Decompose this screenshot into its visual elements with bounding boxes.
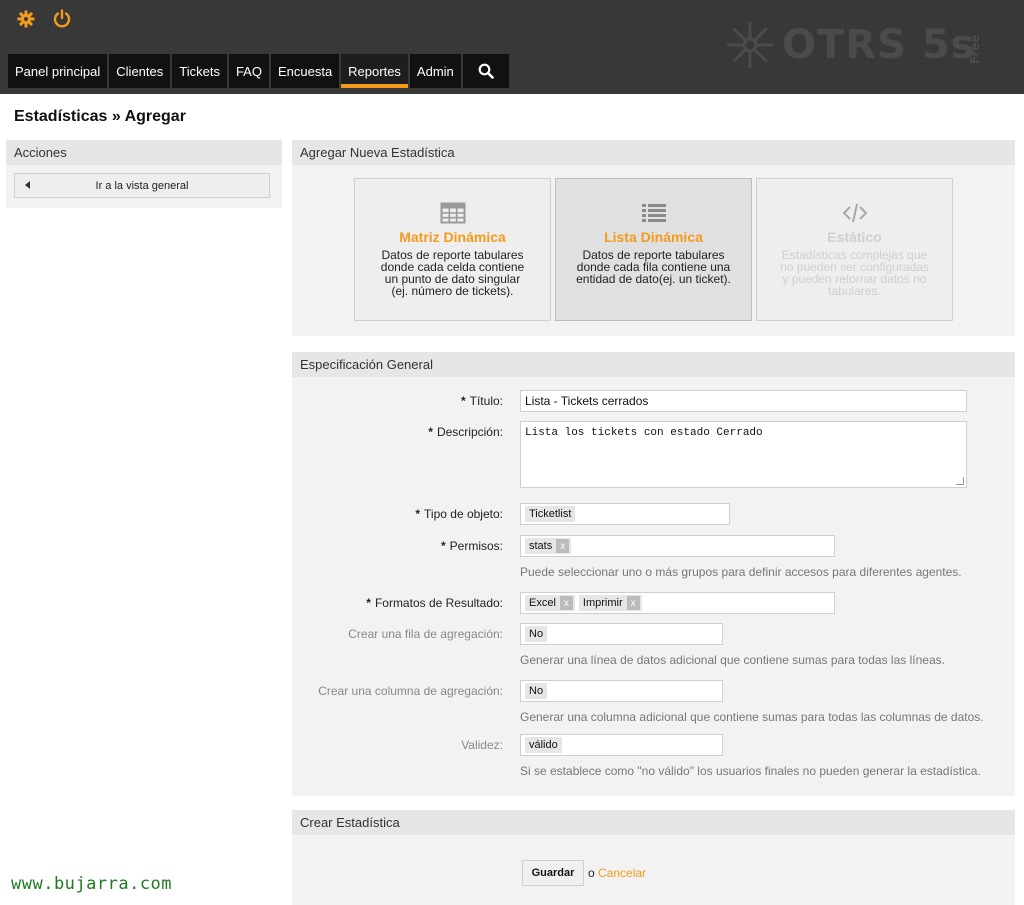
remove-tag-button[interactable]: x (626, 596, 640, 610)
validity-help: Si se establece como "no válido" los usu… (520, 764, 981, 778)
type-card-description: Estadísticas complejas que no pueden ser… (780, 248, 929, 298)
sum-column-value: No (525, 683, 548, 699)
gear-icon[interactable] (16, 9, 36, 29)
result-formats-label: * Formatos de Resultado: (366, 596, 503, 610)
format-tag-excel: Excel x (525, 595, 575, 611)
permissions-label: * Permisos: (440, 539, 503, 553)
list-icon (641, 204, 666, 222)
type-card-dynamic-list[interactable]: Lista Dinámica Datos de reporte tabulare… (555, 178, 752, 321)
caret-left-icon (25, 181, 30, 189)
required-mark: * (415, 507, 421, 521)
nav-tickets[interactable]: Tickets (172, 54, 227, 88)
cancel-link[interactable]: Cancelar (598, 866, 646, 880)
or-text: o (588, 866, 595, 880)
logo-free-badge: Free (968, 34, 982, 64)
type-card-title: Estático (827, 229, 882, 245)
sum-column-label: Crear una columna de agregación: (318, 684, 503, 698)
type-card-description: Datos de reporte tabulares donde cada fi… (576, 248, 731, 286)
required-mark: * (460, 394, 466, 408)
general-specification-title: Especificación General (292, 352, 1015, 377)
permission-tag: stats x (525, 538, 572, 554)
validity-value: válido (525, 737, 562, 753)
nav-faq[interactable]: FAQ (228, 54, 269, 88)
general-specification-widget: Especificación General * Título: Lista - … (292, 352, 1015, 796)
permissions-field[interactable]: stats x (520, 535, 835, 557)
power-icon[interactable] (52, 9, 72, 29)
type-card-dynamic-matrix[interactable]: Matriz Dinámica Datos de reporte tabular… (354, 178, 551, 321)
format-tag-print: Imprimir x (578, 595, 642, 611)
description-label: * Descripción: (428, 425, 503, 439)
description-text: Lista los tickets con estado Cerrado (525, 427, 763, 439)
result-formats-field[interactable]: Excel x Imprimir x (520, 592, 835, 614)
resize-handle-icon[interactable] (956, 477, 964, 485)
search-icon (478, 63, 494, 79)
create-statistic-widget: Crear Estadística Guardar o Cancelar (292, 810, 1015, 905)
required-mark: * (440, 539, 446, 553)
remove-tag-button[interactable]: x (559, 596, 573, 610)
permissions-help: Puede seleccionar uno o más grupos para … (520, 565, 962, 579)
type-card-static: Estático Estadísticas complejas que no p… (756, 178, 953, 321)
otrs-star-icon (726, 21, 774, 69)
description-textarea[interactable]: Lista los tickets con estado Cerrado (520, 421, 967, 488)
type-card-title: Matriz Dinámica (399, 229, 506, 245)
otrs-logo: OTRS 5s Free (724, 14, 982, 76)
table-icon (440, 202, 465, 224)
title-label: * Título: (460, 394, 503, 408)
sum-row-value: No (525, 626, 548, 642)
nav-search-button[interactable] (462, 54, 509, 88)
save-button[interactable]: Guardar (522, 860, 584, 886)
go-to-overview-button[interactable]: Ir a la vista general (14, 173, 270, 198)
validity-label: Validez: (461, 738, 503, 752)
title-input[interactable]: Lista - Tickets cerrados (520, 390, 967, 412)
type-card-description: Datos de reporte tabulares donde cada ce… (380, 248, 525, 298)
nav-panel-principal[interactable]: Panel principal (8, 54, 108, 88)
nav-encuesta[interactable]: Encuesta (270, 54, 340, 88)
nav-reportes[interactable]: Reportes (341, 54, 408, 88)
main-nav: Panel principal Clientes Tickets FAQ Enc… (8, 54, 511, 88)
sum-column-help: Generar una columna adicional que contie… (520, 710, 984, 724)
required-mark: * (366, 596, 371, 610)
sum-column-select[interactable]: No (520, 680, 723, 702)
watermark-text: www.bujarra.com (11, 874, 173, 894)
required-mark: * (428, 425, 433, 439)
sum-row-select[interactable]: No (520, 623, 723, 645)
go-to-overview-label: Ir a la vista general (95, 179, 189, 192)
sidebar-title: Acciones (6, 140, 282, 165)
toolbar-icons (16, 9, 72, 29)
validity-select[interactable]: válido (520, 734, 723, 756)
sum-row-label: Crear una fila de agregación: (348, 627, 503, 641)
nav-admin[interactable]: Admin (409, 54, 461, 88)
type-card-title: Lista Dinámica (604, 229, 703, 245)
create-statistic-title: Crear Estadística (292, 810, 1015, 835)
code-icon (842, 203, 867, 223)
sidebar-actions-widget: Acciones Ir a la vista general (6, 140, 282, 208)
remove-tag-button[interactable]: x (556, 539, 570, 553)
object-type-label: * Tipo de objeto: (415, 507, 503, 521)
add-statistic-title: Agregar Nueva Estadística (292, 140, 1015, 165)
nav-clientes[interactable]: Clientes (109, 54, 171, 88)
object-type-field[interactable]: Ticketlist (520, 503, 730, 525)
sum-row-help: Generar una línea de datos adicional que… (520, 653, 945, 667)
object-type-value: Ticketlist (525, 506, 576, 522)
page-title: Estadísticas » Agregar (14, 108, 186, 125)
add-statistic-widget: Agregar Nueva Estadística Matriz Dinámic… (292, 140, 1015, 336)
header-bar: OTRS 5s Free Panel principal Clientes Ti… (0, 0, 1024, 94)
logo-text: OTRS 5s (782, 22, 976, 68)
